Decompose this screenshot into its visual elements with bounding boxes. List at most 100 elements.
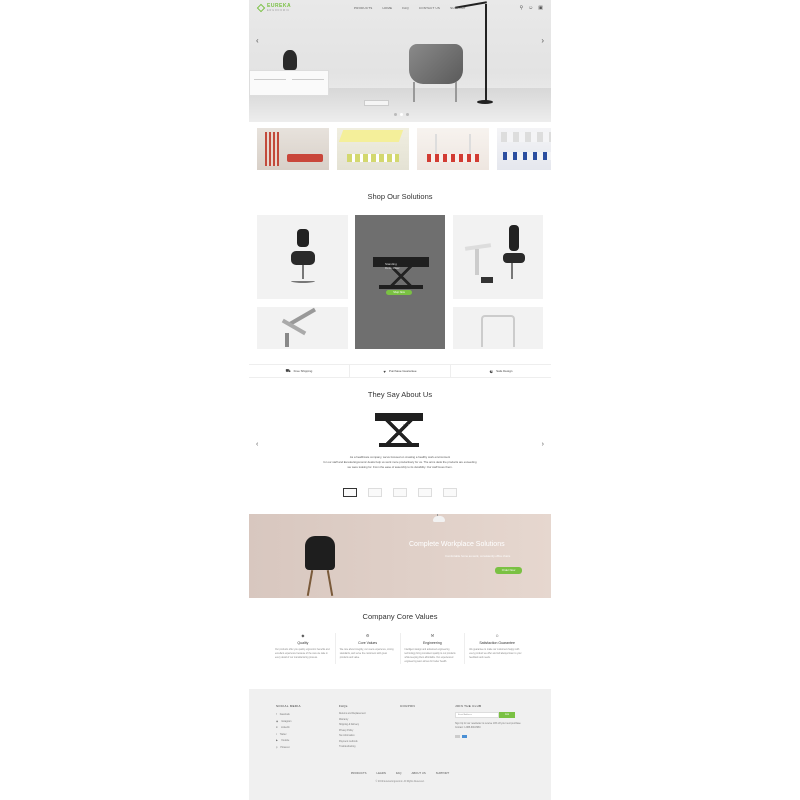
hero-dot[interactable] xyxy=(406,113,409,116)
value-text: Intelligent design and advanced engineer… xyxy=(404,649,456,663)
subscribe-form: Email Address Join xyxy=(455,712,525,718)
thumbnail-office-2[interactable] xyxy=(337,128,409,170)
value-text: We guarantee to make our customers happy… xyxy=(469,649,522,659)
user-icon[interactable]: ☺ xyxy=(528,5,533,11)
footer: SOCIAL MEDIA f Facebook ◉ Instagram in Link… xyxy=(249,689,551,800)
shop-now-button[interactable]: Shop Now xyxy=(386,290,412,295)
testimonial-prev-arrow-icon[interactable]: ‹ xyxy=(256,441,258,448)
value-heading: Engineering xyxy=(423,641,442,645)
header-icons: ⚲ ☺ ▣ xyxy=(519,5,543,11)
testimonial-text: As a healthcare company, we've focused o… xyxy=(309,455,491,470)
nav-item[interactable]: PRODUCTS xyxy=(354,6,372,10)
footer-link[interactable]: Troubleshooting xyxy=(339,745,366,751)
join-button[interactable]: Join xyxy=(499,712,515,718)
solutions-title: Shop Our Solutions xyxy=(367,192,433,201)
testimonial-thumb[interactable] xyxy=(393,488,407,497)
product-cart[interactable] xyxy=(453,307,543,349)
testimonial-thumb-active[interactable] xyxy=(343,488,357,497)
diamond-icon: ◆ xyxy=(301,633,305,638)
pinterest-icon: p xyxy=(276,745,278,749)
hero-dot[interactable] xyxy=(394,113,397,116)
logo-sub: ERGONOMIC xyxy=(267,9,290,12)
testimonial-next-arrow-icon[interactable]: › xyxy=(542,441,544,448)
testimonial-thumb[interactable] xyxy=(418,488,432,497)
gear-icon: ⚙ xyxy=(365,633,370,638)
value-heading: Core Values xyxy=(358,641,378,645)
wrench-icon: ⚒ xyxy=(430,633,435,638)
nav-item[interactable]: FAQ xyxy=(402,6,409,10)
footer-subscribe: JOIN THE CLUB Email Address Join Sign Up… xyxy=(455,704,525,738)
footer-nav-item[interactable]: LEARN xyxy=(377,771,386,775)
footer-col3: COUPON xyxy=(400,704,415,712)
main-nav: PRODUCTS HOME FAQ CONTACT US SUPPORT xyxy=(354,6,466,10)
hero-next-arrow-icon[interactable]: › xyxy=(541,36,544,45)
instagram-icon: ◉ xyxy=(276,719,279,723)
nav-item[interactable]: CONTACT US xyxy=(419,6,440,10)
footer-social: SOCIAL MEDIA f Facebook ◉ Instagram in Link… xyxy=(276,704,301,751)
value-text: Our products offer you quality ergonomic… xyxy=(275,649,330,659)
feature-label: Safe Design xyxy=(496,369,513,373)
twitter-icon: t xyxy=(276,732,277,736)
page: EUREKA ERGONOMIC PRODUCTS HOME FAQ CONTA… xyxy=(249,0,551,800)
logo-mark-icon xyxy=(256,3,266,13)
footer-link[interactable]: p Pinterest xyxy=(276,745,301,752)
thumbnail-office-1[interactable] xyxy=(257,128,329,170)
hero-cabinet xyxy=(249,70,329,96)
hero-dot-active[interactable] xyxy=(400,113,403,116)
footer-nav-item[interactable]: SUPPORT xyxy=(436,771,449,775)
smile-icon: ☺ xyxy=(495,633,500,638)
footer-heading: SOCIAL MEDIA xyxy=(276,704,301,708)
value-heading: Quality xyxy=(297,641,309,645)
shield-icon: ♥ xyxy=(383,368,386,374)
cart-icon[interactable]: ▣ xyxy=(538,5,543,11)
hero-slider[interactable]: EUREKA ERGONOMIC PRODUCTS HOME FAQ CONTA… xyxy=(249,0,551,122)
contact-phone: Contact: 1-888-600-8963 xyxy=(455,727,481,729)
testimonial-thumb[interactable] xyxy=(443,488,457,497)
product-office-chair[interactable] xyxy=(257,215,348,299)
value-item: ⚙ Core Values We care about integrity, o… xyxy=(336,633,401,664)
linkedin-icon: in xyxy=(276,726,278,729)
testimonial-thumb[interactable] xyxy=(368,488,382,497)
thumbnail-office-4[interactable] xyxy=(497,128,551,170)
banner-title: Complete Workplace Solutions xyxy=(409,541,505,548)
paypal-icon xyxy=(462,734,467,738)
testimonial-product-image xyxy=(375,413,423,453)
copyright: © 2019 Eureka Ergonomic. All Rights Rese… xyxy=(375,781,425,783)
product-standing-desk-riser[interactable]: Standing Desk Riser Shop Now xyxy=(355,215,445,349)
testimonials-title: They Say About Us xyxy=(367,390,433,399)
feature-item: ☯ Safe Design xyxy=(451,365,551,377)
hero-dots xyxy=(394,113,409,116)
product-monitor-arm[interactable] xyxy=(257,307,348,349)
thumbnail-office-3[interactable] xyxy=(417,128,489,170)
nav-item[interactable]: HOME xyxy=(382,6,392,10)
values-title: Company Core Values xyxy=(362,612,438,621)
value-heading: Satisfaction Guarantee xyxy=(479,641,515,645)
footer-link[interactable]: Returns and Replacement xyxy=(339,712,366,718)
hero-chair-leg xyxy=(413,82,415,102)
core-values: ◆ Quality Our products offer you quality… xyxy=(271,633,529,664)
hero-chair xyxy=(409,44,463,84)
order-now-button[interactable]: Order Now xyxy=(495,567,522,574)
email-input[interactable]: Email Address xyxy=(455,712,499,718)
footer-nav-item[interactable]: FAQ xyxy=(396,771,402,775)
feature-item: ♥ Purchase Guarantee xyxy=(350,365,451,377)
workplace-banner: Complete Workplace Solutions Comfortable… xyxy=(249,514,551,598)
value-item: ⚒ Engineering Intelligent design and adv… xyxy=(401,633,466,664)
feature-label: Free Shipping xyxy=(293,369,313,373)
logo[interactable]: EUREKA ERGONOMIC xyxy=(256,3,291,13)
product-workstation-combo[interactable] xyxy=(453,215,543,299)
hero-prev-arrow-icon[interactable]: ‹ xyxy=(256,36,259,45)
payment-icons xyxy=(455,734,525,738)
banner-subtitle: Comfortable home as work, consistently o… xyxy=(445,554,511,558)
footer-nav-item[interactable]: ABOUT US xyxy=(411,771,425,775)
footer-heading: COUPON xyxy=(400,704,415,708)
search-icon[interactable]: ⚲ xyxy=(519,5,523,11)
testimonial-line: we were looking for. From the ease of as… xyxy=(347,465,453,469)
featured-line2: Desk Riser xyxy=(385,266,400,270)
value-item: ◆ Quality Our products offer you quality… xyxy=(271,633,336,664)
feature-bar: ⛟ Free Shipping ♥ Purchase Guarantee ☯ Safe… xyxy=(249,364,551,378)
hero-side-table xyxy=(364,100,389,106)
facebook-icon: f xyxy=(276,713,277,716)
nav-item[interactable]: SUPPORT xyxy=(450,6,466,10)
footer-nav-item[interactable]: PRODUCTS xyxy=(351,771,367,775)
